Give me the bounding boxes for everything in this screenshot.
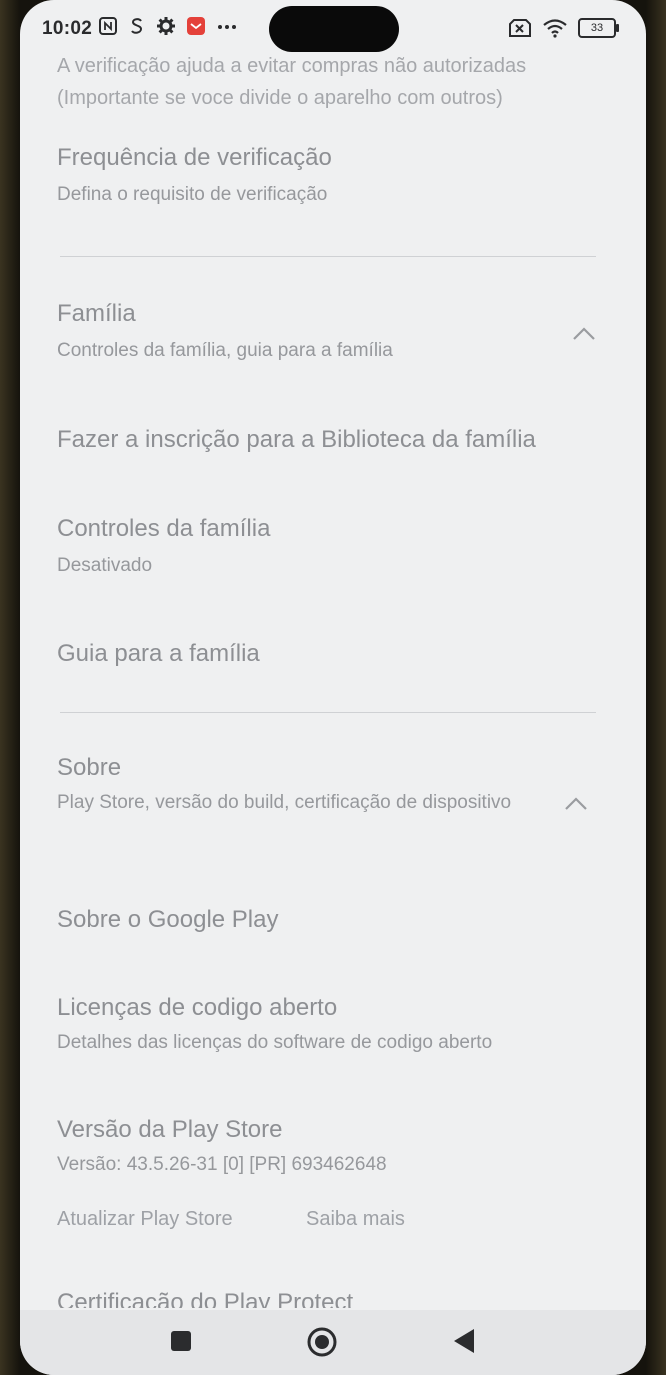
play-store-version-number: Versão: 43.5.26-31 [0] [PR] 693462648	[57, 1154, 387, 1175]
nfc-icon	[99, 17, 117, 35]
family-library-row[interactable]: Fazer a inscrição para a Biblioteca da f…	[57, 426, 606, 454]
recents-button[interactable]	[170, 1330, 192, 1352]
play-store-version-row[interactable]: Versão da Play Store Versão: 43.5.26-31 …	[57, 1116, 606, 1180]
status-time: 10:02	[42, 18, 93, 39]
verification-frequency-title: Frequência de verificação	[57, 144, 332, 171]
family-controls-status: Desativado	[57, 555, 153, 576]
settings-scroll-area[interactable]: A verificação ajuda a evitar compras não…	[20, 0, 646, 1310]
open-source-licenses-title: Licenças de codigo aberto	[57, 994, 338, 1021]
open-source-licenses-subtitle: Detalhes das licenças do software de cod…	[57, 1032, 493, 1053]
verification-frequency-subtitle: Defina o requisito de verificação	[57, 184, 328, 205]
s-icon	[131, 18, 143, 34]
status-right-icons: 33	[508, 18, 619, 38]
open-source-licenses-row[interactable]: Licenças de codigo aberto Detalhes das l…	[57, 994, 606, 1058]
recents-square-icon	[171, 1331, 191, 1351]
no-sim-icon	[509, 19, 531, 37]
about-section-title: Sobre	[57, 754, 122, 781]
family-controls-title: Controles da família	[57, 515, 271, 542]
play-store-version-title: Versão da Play Store	[57, 1116, 283, 1143]
about-section-subtitle: Play Store, versão do build, certificaçã…	[57, 792, 512, 813]
status-left-icons	[98, 16, 238, 36]
verification-frequency-row[interactable]: Frequência de verificação Defina o requi…	[57, 144, 606, 210]
about-section-header[interactable]: Sobre Play Store, versão do build, certi…	[57, 754, 526, 818]
family-library-title: Fazer a inscrição para a Biblioteca da f…	[57, 426, 536, 453]
about-google-play-title: Sobre o Google Play	[57, 906, 279, 933]
phone-frame: A verificação ajuda a evitar compras não…	[0, 0, 666, 1375]
wifi-icon	[543, 19, 567, 38]
play-protect-certification-title: Certificação do Play Protect	[57, 1289, 354, 1308]
status-bar: 10:02 33	[20, 0, 646, 60]
about-google-play-row[interactable]: Sobre o Google Play	[57, 906, 606, 934]
divider	[60, 256, 596, 257]
back-triangle-icon	[454, 1329, 474, 1353]
family-controls-row[interactable]: Controles da família Desativado	[57, 515, 606, 581]
chevron-up-icon[interactable]	[570, 320, 598, 348]
navigation-bar	[20, 1310, 646, 1375]
battery-icon: 33	[578, 18, 619, 38]
learn-more-link[interactable]: Saiba mais	[306, 1208, 405, 1231]
family-guide-title: Guia para a família	[57, 640, 260, 667]
family-section-subtitle: Controles da família, guia para a famíli…	[57, 340, 393, 361]
back-button[interactable]	[452, 1328, 476, 1354]
gear-icon	[157, 17, 175, 35]
family-section-header[interactable]: Família Controles da família, guia para …	[57, 300, 606, 366]
update-play-store-link[interactable]: Atualizar Play Store	[57, 1208, 233, 1231]
family-section-title: Família	[57, 300, 136, 327]
screen: A verificação ajuda a evitar compras não…	[20, 0, 646, 1375]
chevron-up-icon[interactable]	[562, 790, 590, 818]
more-dots-icon	[218, 25, 236, 29]
play-protect-certification-row[interactable]: Certificação do Play Protect	[57, 1288, 606, 1308]
family-guide-row[interactable]: Guia para a família	[57, 640, 606, 668]
home-circle-icon	[307, 1327, 337, 1357]
home-button[interactable]	[306, 1326, 338, 1358]
divider	[60, 712, 596, 713]
camera-notch	[269, 6, 399, 52]
notification-app-icon	[187, 17, 205, 35]
